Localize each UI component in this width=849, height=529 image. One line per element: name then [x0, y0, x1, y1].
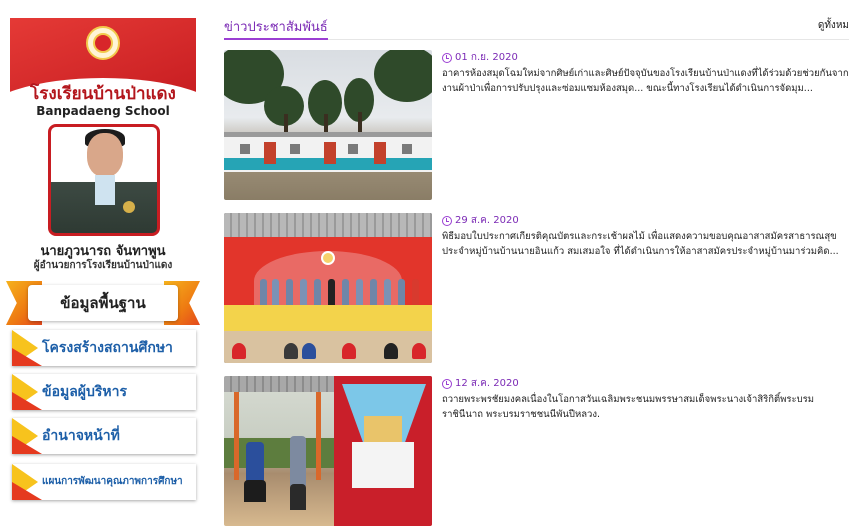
clock-icon — [442, 215, 452, 226]
news-date: 29 ส.ค. 2020 — [442, 213, 519, 228]
basic-info-banner[interactable]: ข้อมูลพื้นฐาน — [6, 281, 200, 325]
section-title: ข่าวประชาสัมพันธ์ — [224, 20, 328, 35]
view-all-link[interactable]: ดูทั้งหม — [818, 18, 849, 33]
news-date-text: 12 ส.ค. 2020 — [455, 378, 519, 389]
school-profile-card: โรงเรียนบ้านป่าแดง Banpadaeng School นาย… — [10, 18, 196, 282]
news-item[interactable]: 01 ก.ย. 2020 อาคารห้องสมุดโฉมใหม่จากศิษย… — [224, 50, 849, 200]
news-excerpt[interactable]: อาคารห้องสมุดโฉมใหม่จากศิษย์เก่าและศิษย์… — [442, 66, 849, 96]
section-title-underline — [224, 38, 328, 40]
menu-administrator-info-button[interactable]: ข้อมูลผู้บริหาร — [12, 374, 196, 410]
news-date: 12 ส.ค. 2020 — [442, 376, 519, 391]
news-thumbnail-library-building[interactable] — [224, 50, 432, 200]
section-header: ข่าวประชาสัมพันธ์ ดูทั้งหม — [224, 16, 849, 40]
news-excerpt[interactable]: พิธีมอบใบประกาศเกียรติคุณบัตรและกระเช้าผ… — [442, 229, 849, 259]
menu-item-label: โครงสร้างสถานศึกษา — [42, 340, 173, 356]
school-name-english: Banpadaeng School — [36, 104, 170, 118]
news-item[interactable]: 12 ส.ค. 2020 ถวายพระพรชัยมงคลเนื่องในโอก… — [224, 376, 849, 526]
news-thumbnail-royal-tribute[interactable] — [224, 376, 432, 526]
menu-item-label: ข้อมูลผู้บริหาร — [42, 384, 128, 400]
menu-quality-plan-button[interactable]: แผนการพัฒนาคุณภาพการศึกษา — [12, 464, 196, 500]
clock-icon — [442, 52, 452, 63]
news-date: 01 ก.ย. 2020 — [442, 50, 518, 65]
menu-duties-button[interactable]: อำนาจหน้าที่ — [12, 418, 196, 454]
clock-icon — [442, 378, 452, 389]
menu-item-label: แผนการพัฒนาคุณภาพการศึกษา — [42, 476, 183, 487]
menu-school-structure-button[interactable]: โครงสร้างสถานศึกษา — [12, 330, 196, 366]
director-title: ผู้อำนวยการโรงเรียนบ้านป่าแดง — [33, 260, 173, 271]
sidebar: โรงเรียนบ้านป่าแดง Banpadaeng School นาย… — [0, 0, 210, 529]
basic-info-label: ข้อมูลพื้นฐาน — [60, 294, 146, 312]
menu-item-label: อำนาจหน้าที่ — [42, 428, 120, 444]
news-date-text: 29 ส.ค. 2020 — [455, 215, 519, 226]
news-section: ข่าวประชาสัมพันธ์ ดูทั้งหม 01 ก.ย. 2020 … — [216, 0, 849, 529]
news-thumbnail-award-ceremony[interactable] — [224, 213, 432, 363]
news-item[interactable]: 29 ส.ค. 2020 พิธีมอบใบประกาศเกียรติคุณบั… — [224, 213, 849, 363]
school-logo — [86, 26, 120, 60]
director-photo — [48, 124, 160, 236]
school-name-thai: โรงเรียนบ้านป่าแดง — [30, 84, 176, 104]
news-excerpt[interactable]: ถวายพระพรชัยมงคลเนื่องในโอกาสวันเฉลิมพระ… — [442, 392, 849, 422]
news-date-text: 01 ก.ย. 2020 — [455, 52, 518, 63]
